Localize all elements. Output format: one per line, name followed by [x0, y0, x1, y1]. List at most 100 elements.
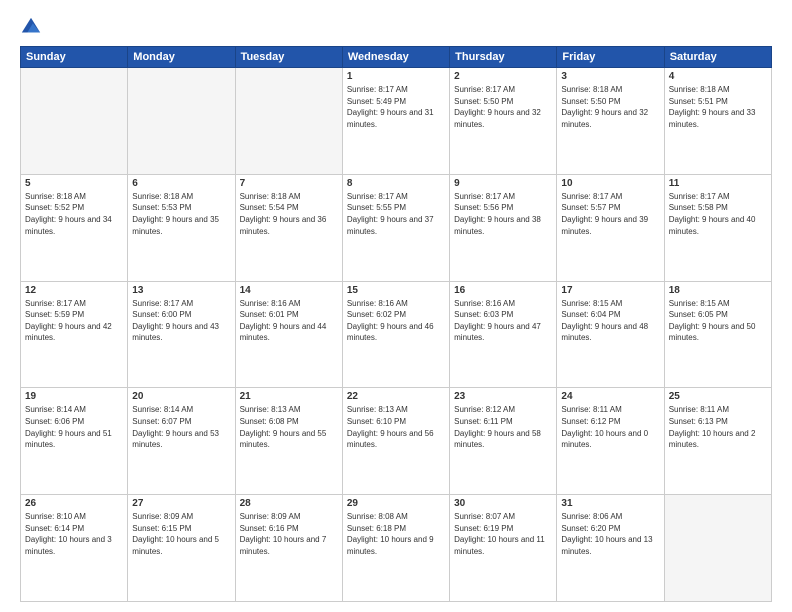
day-number: 24: [561, 391, 659, 402]
calendar-table: SundayMondayTuesdayWednesdayThursdayFrid…: [20, 46, 772, 602]
day-number: 29: [347, 498, 445, 509]
day-number: 31: [561, 498, 659, 509]
calendar-cell: 24 Sunrise: 8:11 AMSunset: 6:12 PMDayligh…: [557, 388, 664, 495]
day-info: Sunrise: 8:09 AMSunset: 6:16 PMDaylight:…: [240, 511, 338, 557]
calendar-cell: 31 Sunrise: 8:06 AMSunset: 6:20 PMDayligh…: [557, 495, 664, 602]
day-number: 11: [669, 178, 767, 189]
day-number: 15: [347, 285, 445, 296]
day-number: 17: [561, 285, 659, 296]
calendar-cell: 15 Sunrise: 8:16 AMSunset: 6:02 PMDayligh…: [342, 281, 449, 388]
day-number: 12: [25, 285, 123, 296]
calendar-cell: [235, 68, 342, 175]
calendar-cell: 23 Sunrise: 8:12 AMSunset: 6:11 PMDayligh…: [450, 388, 557, 495]
calendar-cell: 16 Sunrise: 8:16 AMSunset: 6:03 PMDayligh…: [450, 281, 557, 388]
day-number: 19: [25, 391, 123, 402]
day-info: Sunrise: 8:07 AMSunset: 6:19 PMDaylight:…: [454, 511, 552, 557]
calendar-cell: 4 Sunrise: 8:18 AMSunset: 5:51 PMDaylight…: [664, 68, 771, 175]
day-info: Sunrise: 8:17 AMSunset: 5:58 PMDaylight:…: [669, 191, 767, 237]
day-number: 1: [347, 71, 445, 82]
day-info: Sunrise: 8:14 AMSunset: 6:07 PMDaylight:…: [132, 404, 230, 450]
day-number: 16: [454, 285, 552, 296]
day-number: 6: [132, 178, 230, 189]
day-number: 28: [240, 498, 338, 509]
day-number: 30: [454, 498, 552, 509]
day-info: Sunrise: 8:12 AMSunset: 6:11 PMDaylight:…: [454, 404, 552, 450]
day-info: Sunrise: 8:15 AMSunset: 6:05 PMDaylight:…: [669, 298, 767, 344]
day-number: 9: [454, 178, 552, 189]
calendar-cell: 3 Sunrise: 8:18 AMSunset: 5:50 PMDaylight…: [557, 68, 664, 175]
calendar-cell: [664, 495, 771, 602]
col-header-wednesday: Wednesday: [342, 47, 449, 68]
calendar-cell: 5 Sunrise: 8:18 AMSunset: 5:52 PMDaylight…: [21, 174, 128, 281]
day-info: Sunrise: 8:09 AMSunset: 6:15 PMDaylight:…: [132, 511, 230, 557]
day-number: 13: [132, 285, 230, 296]
calendar-cell: 20 Sunrise: 8:14 AMSunset: 6:07 PMDayligh…: [128, 388, 235, 495]
col-header-tuesday: Tuesday: [235, 47, 342, 68]
calendar-cell: 9 Sunrise: 8:17 AMSunset: 5:56 PMDaylight…: [450, 174, 557, 281]
day-info: Sunrise: 8:18 AMSunset: 5:54 PMDaylight:…: [240, 191, 338, 237]
calendar-cell: 26 Sunrise: 8:10 AMSunset: 6:14 PMDayligh…: [21, 495, 128, 602]
day-number: 18: [669, 285, 767, 296]
day-info: Sunrise: 8:17 AMSunset: 6:00 PMDaylight:…: [132, 298, 230, 344]
day-info: Sunrise: 8:06 AMSunset: 6:20 PMDaylight:…: [561, 511, 659, 557]
calendar-cell: 12 Sunrise: 8:17 AMSunset: 5:59 PMDayligh…: [21, 281, 128, 388]
col-header-thursday: Thursday: [450, 47, 557, 68]
day-info: Sunrise: 8:16 AMSunset: 6:01 PMDaylight:…: [240, 298, 338, 344]
calendar-cell: 30 Sunrise: 8:07 AMSunset: 6:19 PMDayligh…: [450, 495, 557, 602]
calendar-cell: 6 Sunrise: 8:18 AMSunset: 5:53 PMDaylight…: [128, 174, 235, 281]
day-info: Sunrise: 8:16 AMSunset: 6:03 PMDaylight:…: [454, 298, 552, 344]
day-info: Sunrise: 8:18 AMSunset: 5:50 PMDaylight:…: [561, 84, 659, 130]
day-info: Sunrise: 8:13 AMSunset: 6:08 PMDaylight:…: [240, 404, 338, 450]
calendar-cell: 18 Sunrise: 8:15 AMSunset: 6:05 PMDayligh…: [664, 281, 771, 388]
calendar-cell: 29 Sunrise: 8:08 AMSunset: 6:18 PMDayligh…: [342, 495, 449, 602]
calendar-cell: 19 Sunrise: 8:14 AMSunset: 6:06 PMDayligh…: [21, 388, 128, 495]
day-info: Sunrise: 8:17 AMSunset: 5:56 PMDaylight:…: [454, 191, 552, 237]
calendar-cell: 2 Sunrise: 8:17 AMSunset: 5:50 PMDaylight…: [450, 68, 557, 175]
day-number: 3: [561, 71, 659, 82]
calendar-cell: 28 Sunrise: 8:09 AMSunset: 6:16 PMDayligh…: [235, 495, 342, 602]
calendar-cell: 21Sunrise: 8:13 AMSunset: 6:08 PMDayligh…: [235, 388, 342, 495]
col-header-sunday: Sunday: [21, 47, 128, 68]
day-number: 27: [132, 498, 230, 509]
day-number: 25: [669, 391, 767, 402]
calendar-cell: 8 Sunrise: 8:17 AMSunset: 5:55 PMDaylight…: [342, 174, 449, 281]
day-number: 26: [25, 498, 123, 509]
calendar-cell: [21, 68, 128, 175]
calendar-cell: [128, 68, 235, 175]
day-info: Sunrise: 8:18 AMSunset: 5:51 PMDaylight:…: [669, 84, 767, 130]
calendar-cell: 27 Sunrise: 8:09 AMSunset: 6:15 PMDayligh…: [128, 495, 235, 602]
day-info: Sunrise: 8:17 AMSunset: 5:55 PMDaylight:…: [347, 191, 445, 237]
page: SundayMondayTuesdayWednesdayThursdayFrid…: [0, 0, 792, 612]
header: [20, 16, 772, 38]
day-number: 23: [454, 391, 552, 402]
day-number: 4: [669, 71, 767, 82]
day-number: 10: [561, 178, 659, 189]
day-info: Sunrise: 8:17 AMSunset: 5:57 PMDaylight:…: [561, 191, 659, 237]
col-header-friday: Friday: [557, 47, 664, 68]
day-info: Sunrise: 8:11 AMSunset: 6:12 PMDaylight:…: [561, 404, 659, 450]
day-info: Sunrise: 8:18 AMSunset: 5:52 PMDaylight:…: [25, 191, 123, 237]
day-number: 20: [132, 391, 230, 402]
calendar-cell: 14 Sunrise: 8:16 AMSunset: 6:01 PMDayligh…: [235, 281, 342, 388]
day-info: Sunrise: 8:17 AMSunset: 5:59 PMDaylight:…: [25, 298, 123, 344]
day-info: Sunrise: 8:13 AMSunset: 6:10 PMDaylight:…: [347, 404, 445, 450]
calendar-cell: 7Sunrise: 8:18 AMSunset: 5:54 PMDaylight…: [235, 174, 342, 281]
calendar-cell: 11 Sunrise: 8:17 AMSunset: 5:58 PMDayligh…: [664, 174, 771, 281]
day-info: Sunrise: 8:14 AMSunset: 6:06 PMDaylight:…: [25, 404, 123, 450]
calendar-cell: 10 Sunrise: 8:17 AMSunset: 5:57 PMDayligh…: [557, 174, 664, 281]
day-number: 8: [347, 178, 445, 189]
day-info: Sunrise: 8:08 AMSunset: 6:18 PMDaylight:…: [347, 511, 445, 557]
col-header-saturday: Saturday: [664, 47, 771, 68]
calendar-cell: 1 Sunrise: 8:17 AMSunset: 5:49 PMDaylight…: [342, 68, 449, 175]
day-number: 14: [240, 285, 338, 296]
day-info: Sunrise: 8:17 AMSunset: 5:50 PMDaylight:…: [454, 84, 552, 130]
day-number: 2: [454, 71, 552, 82]
day-info: Sunrise: 8:15 AMSunset: 6:04 PMDaylight:…: [561, 298, 659, 344]
day-number: 5: [25, 178, 123, 189]
day-info: Sunrise: 8:17 AMSunset: 5:49 PMDaylight:…: [347, 84, 445, 130]
calendar-cell: 13 Sunrise: 8:17 AMSunset: 6:00 PMDayligh…: [128, 281, 235, 388]
day-info: Sunrise: 8:18 AMSunset: 5:53 PMDaylight:…: [132, 191, 230, 237]
day-info: Sunrise: 8:16 AMSunset: 6:02 PMDaylight:…: [347, 298, 445, 344]
day-info: Sunrise: 8:10 AMSunset: 6:14 PMDaylight:…: [25, 511, 123, 557]
calendar-cell: 25Sunrise: 8:11 AMSunset: 6:13 PMDayligh…: [664, 388, 771, 495]
